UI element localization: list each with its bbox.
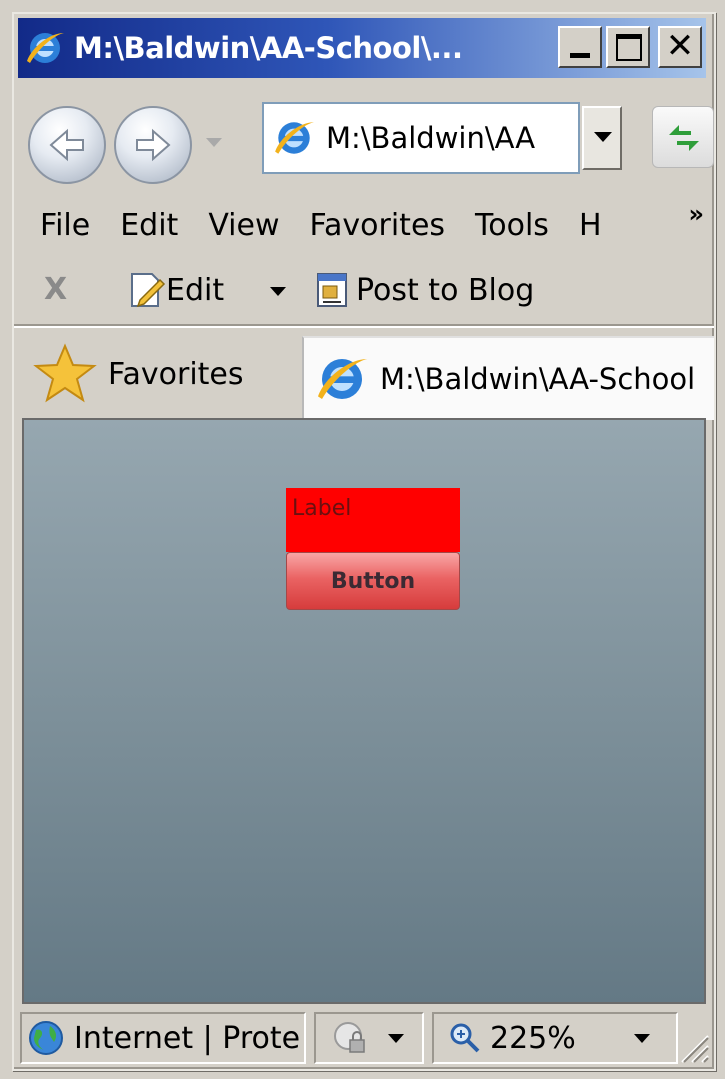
recent-pages-dropdown[interactable] [206,138,222,147]
globe-icon [29,1021,63,1055]
zoom-pane[interactable]: 225% [432,1012,678,1064]
back-arrow-icon [49,128,84,162]
command-bar: X Edit Post to Blog [18,258,706,318]
browser-window: M:\Baldwin\AA-School\... ✕ M:\Baldwin\AA… [12,12,716,1071]
favorites-bar: Favorites M:\Baldwin\AA-School [18,332,714,420]
zoom-magnifier-icon [450,1023,480,1053]
protected-mode-pane[interactable] [314,1012,424,1064]
window-title: M:\Baldwin\AA-School\... [74,31,463,65]
menu-overflow-chevron-icon[interactable]: » [688,200,704,228]
minimize-button[interactable] [558,26,602,68]
lock-globe-icon [334,1022,365,1053]
edit-page-icon [131,273,166,308]
address-bar[interactable]: M:\Baldwin\AA [262,102,580,174]
menu-file[interactable]: File [40,208,90,243]
zoom-dropdown-icon[interactable] [634,1034,650,1043]
page-viewport: Label Button [22,418,706,1004]
edit-label: Edit [166,272,225,308]
address-dropdown-button[interactable] [582,106,622,170]
title-bar: M:\Baldwin\AA-School\... ✕ [18,18,706,78]
favorites-label: Favorites [108,356,244,392]
status-bar: Internet | Prote 225% [18,1008,714,1068]
blog-icon [317,273,347,307]
star-icon [33,343,97,403]
ie-page-icon [275,122,314,154]
edit-button[interactable]: Edit [126,270,224,310]
ie-logo-icon [24,27,66,69]
menu-favorites[interactable]: Favorites [310,208,446,243]
menu-edit[interactable]: Edit [120,208,178,243]
toolbar-divider [14,324,714,328]
resize-grip-icon[interactable] [676,1030,710,1064]
menu-view[interactable]: View [208,208,279,243]
red-label: Label [286,488,460,552]
address-text[interactable]: M:\Baldwin\AA [326,121,535,155]
refresh-icon [669,125,699,151]
menu-help[interactable]: H [579,208,602,243]
maximize-button[interactable] [606,26,650,68]
back-button[interactable] [28,106,106,184]
refresh-button[interactable] [652,106,714,168]
tab-title: M:\Baldwin\AA-School [380,362,696,396]
forward-button[interactable] [114,106,192,184]
forward-arrow-icon [136,128,171,162]
tab-current-page[interactable]: M:\Baldwin\AA-School [302,336,714,420]
protected-mode-dropdown-icon[interactable] [388,1034,404,1043]
zoom-level: 225% [490,1020,576,1056]
menu-bar: File Edit View Favorites Tools H » [18,192,706,258]
menu-tools[interactable]: Tools [475,208,549,243]
favorites-button[interactable]: Favorites [32,342,244,406]
security-zone-text: Internet | Prote [74,1020,301,1056]
post-to-blog-button[interactable]: Post to Blog [314,270,534,310]
edit-dropdown-arrow-icon[interactable] [270,287,286,296]
security-zone-pane[interactable]: Internet | Prote [20,1012,306,1064]
app-button[interactable]: Button [286,552,460,610]
stop-icon[interactable]: X [44,272,67,307]
navigation-bar: M:\Baldwin\AA [18,84,714,184]
ie-tab-icon [318,359,368,399]
close-button[interactable]: ✕ [658,26,702,68]
post-to-blog-label: Post to Blog [356,272,535,308]
